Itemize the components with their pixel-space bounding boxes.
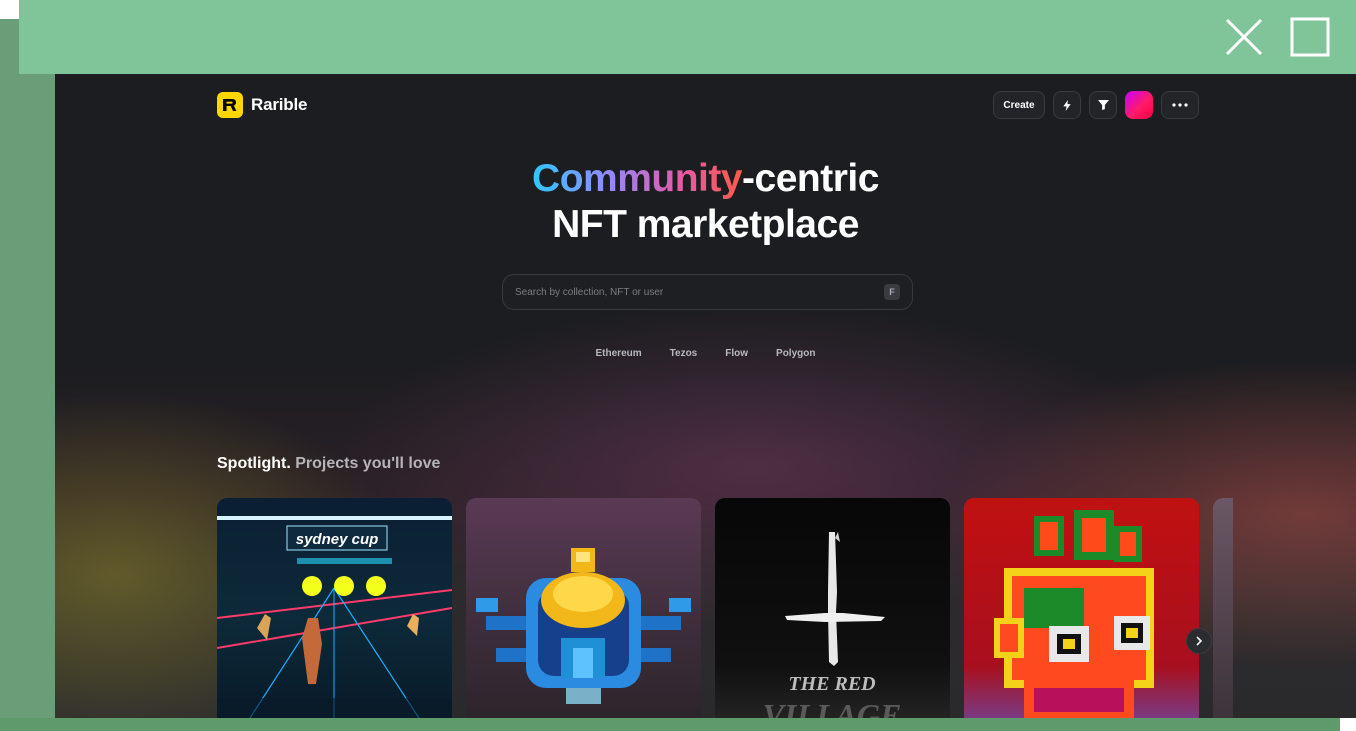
- more-icon: [1172, 103, 1188, 107]
- avatar[interactable]: [1125, 91, 1153, 119]
- sydney-cup-art-text: sydney cup: [296, 531, 379, 548]
- desktop-bottom-corner: [1340, 718, 1356, 731]
- create-button[interactable]: Create: [993, 91, 1045, 119]
- lightning-icon: [1063, 99, 1071, 111]
- logo-text: Rarible: [251, 95, 308, 114]
- pixel-creature-artwork: [964, 498, 1199, 718]
- spotlight-title-strong: Spotlight.: [217, 455, 291, 472]
- rarible-logo[interactable]: Rarible: [217, 92, 307, 118]
- spotlight-card-pixel-creature[interactable]: [964, 498, 1199, 718]
- more-button[interactable]: [1161, 91, 1199, 119]
- spotlight-card-sydney-cup[interactable]: sydney cup: [217, 498, 452, 718]
- spotlight-title: Spotlight. Projects you'll love: [217, 455, 440, 473]
- spotlight-card-peek[interactable]: [1213, 498, 1233, 718]
- red-village-art-text: THE RED: [788, 673, 875, 695]
- desktop-bottom-strip: [0, 718, 1356, 731]
- rarible-page: Rarible Create Community-centric NFT mar…: [55, 74, 1356, 718]
- spotlight-carousel: sydney cup THE RED VILLAGE: [217, 498, 1233, 718]
- search-bar[interactable]: F: [502, 274, 913, 310]
- filter-icon: [1097, 100, 1109, 110]
- pixel-beetle-artwork: [466, 498, 701, 718]
- sydney-cup-artwork: sydney cup: [217, 498, 452, 718]
- hero-line-2: NFT marketplace: [552, 203, 859, 246]
- spotlight-title-rest: Projects you'll love: [295, 455, 441, 472]
- hero-line1-rest: -centric: [742, 157, 879, 200]
- hero-line-1: Community-centric: [55, 156, 1356, 202]
- search-shortcut-badge: F: [884, 284, 900, 300]
- chain-tezos[interactable]: Tezos: [670, 348, 698, 359]
- desktop-corner: [0, 0, 19, 19]
- red-village-art-text-2: VILLAGE: [763, 697, 902, 718]
- red-village-artwork: THE RED VILLAGE: [715, 498, 950, 718]
- chain-polygon[interactable]: Polygon: [776, 348, 815, 359]
- spotlight-card-pixel-beetle[interactable]: [466, 498, 701, 718]
- maximize-icon[interactable]: [1290, 17, 1330, 57]
- window-titlebar: [19, 0, 1356, 74]
- chain-filters: Ethereum Tezos Flow Polygon: [55, 348, 1356, 359]
- spotlight-card-the-red-village[interactable]: THE RED VILLAGE: [715, 498, 950, 718]
- activity-button[interactable]: [1053, 91, 1081, 119]
- filter-button[interactable]: [1089, 91, 1117, 119]
- logo-mark-icon: [217, 92, 243, 118]
- chevron-right-icon: [1196, 636, 1203, 646]
- hero-gradient-word: Community: [532, 157, 743, 200]
- header-actions: Create: [993, 91, 1199, 119]
- search-input[interactable]: [515, 286, 884, 298]
- chain-flow[interactable]: Flow: [725, 348, 748, 359]
- close-icon[interactable]: [1224, 17, 1264, 57]
- chain-ethereum[interactable]: Ethereum: [596, 348, 642, 359]
- carousel-next-button[interactable]: [1186, 628, 1212, 654]
- hero-heading: Community-centric NFT marketplace: [55, 156, 1356, 248]
